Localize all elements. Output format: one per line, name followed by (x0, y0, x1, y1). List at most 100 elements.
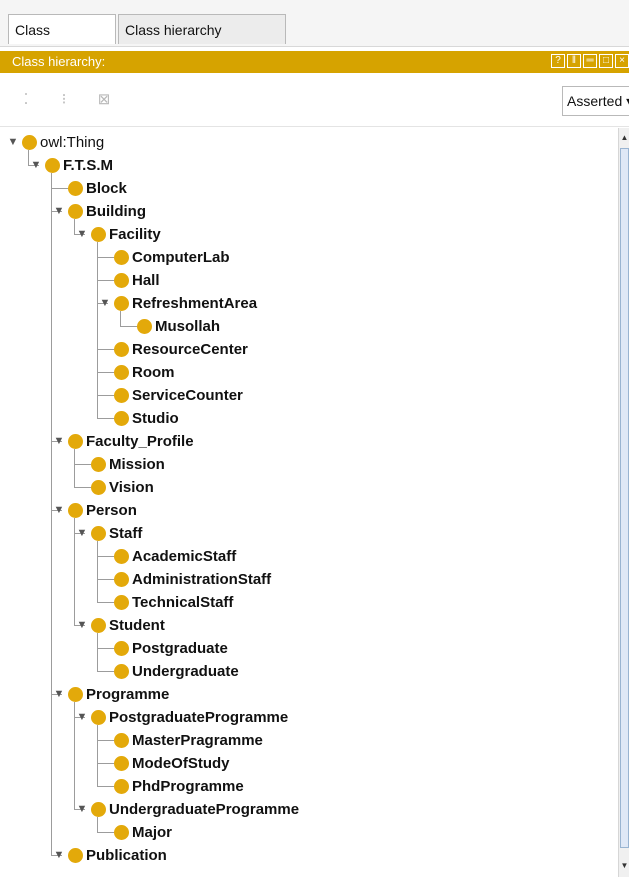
tree-node[interactable]: Postgraduate (0, 637, 618, 660)
split-vertical-icon[interactable]: ‖ (567, 54, 581, 68)
tree-node[interactable]: ▼ UndergraduateProgramme (0, 798, 618, 821)
tree-node[interactable]: ▼ owl:Thing (0, 131, 618, 154)
class-icon (68, 204, 83, 219)
expand-triangle-icon[interactable]: ▼ (76, 522, 88, 545)
tree-node[interactable]: Vision (0, 476, 618, 499)
class-icon (68, 181, 83, 196)
tree-node[interactable]: Hall (0, 269, 618, 292)
tree-node[interactable]: Musollah (0, 315, 618, 338)
expand-triangle-icon[interactable]: ▼ (53, 683, 65, 706)
float-view-icon[interactable]: □ (599, 54, 613, 68)
add-subclass-button[interactable]: ⁚ (12, 86, 40, 114)
view-mode-select[interactable]: Asserted ▾ (562, 86, 629, 116)
tree-guide-line (74, 702, 75, 809)
tree-node[interactable]: ▼ Facility (0, 223, 618, 246)
scrollbar-thumb[interactable] (620, 148, 629, 848)
tree-node[interactable]: ▼ Programme (0, 683, 618, 706)
tree-node-label: Postgraduate (132, 640, 228, 657)
tree-node[interactable]: ▼ Publication (0, 844, 618, 867)
tree-scrollbar[interactable]: ▲ ▼ (618, 128, 629, 877)
tree-node-label: TechnicalStaff (132, 594, 234, 611)
tree-guide-line (120, 311, 121, 326)
class-icon (91, 457, 106, 472)
tree-node[interactable]: ServiceCounter (0, 384, 618, 407)
expand-triangle-icon[interactable]: ▼ (76, 223, 88, 246)
scroll-down-arrow-icon[interactable]: ▼ (619, 860, 629, 872)
class-icon (22, 135, 37, 150)
class-icon (68, 848, 83, 863)
tree-node-label: UndergraduateProgramme (109, 801, 300, 818)
class-icon (114, 664, 129, 679)
class-icon (45, 158, 60, 173)
class-icon (68, 434, 83, 449)
tree-node[interactable]: Studio (0, 407, 618, 430)
tree-node[interactable]: Undergraduate (0, 660, 618, 683)
tree-node[interactable]: MasterPragramme (0, 729, 618, 752)
tree-guide-line (74, 449, 75, 487)
class-icon (68, 503, 83, 518)
tree-node[interactable]: Major (0, 821, 618, 844)
tree-node[interactable]: AcademicStaff (0, 545, 618, 568)
tree-node[interactable]: ModeOfStudy (0, 752, 618, 775)
class-icon (137, 319, 152, 334)
split-horizontal-icon[interactable]: ═ (583, 54, 597, 68)
class-icon (114, 388, 129, 403)
add-sibling-class-button[interactable]: ⁝ (50, 86, 78, 114)
class-tree: ▼ owl:Thing ▼ F.T.S.M Block ▼ Building ▼ Facilit… (0, 128, 620, 877)
expand-triangle-icon[interactable]: ▼ (99, 292, 111, 315)
tree-node-label: MasterPragramme (132, 732, 263, 749)
tree-node-label: Hall (132, 272, 160, 289)
tree-node-label: AdministrationStaff (132, 571, 272, 588)
class-icon (114, 825, 129, 840)
expand-triangle-icon[interactable]: ▼ (30, 154, 42, 177)
class-icon (114, 365, 129, 380)
class-icon (114, 641, 129, 656)
expand-triangle-icon[interactable]: ▼ (53, 844, 65, 867)
class-icon (114, 549, 129, 564)
close-view-icon[interactable]: × (615, 54, 629, 68)
tree-node[interactable]: Room (0, 361, 618, 384)
tree-node-label: ModeOfStudy (132, 755, 230, 772)
help-icon[interactable]: ? (551, 54, 565, 68)
scroll-up-arrow-icon[interactable]: ▲ (619, 132, 629, 144)
tree-node[interactable]: ▼ F.T.S.M (0, 154, 618, 177)
class-icon (91, 526, 106, 541)
class-icon (68, 687, 83, 702)
tree-node[interactable]: ResourceCenter (0, 338, 618, 361)
tree-node-label: F.T.S.M (63, 157, 114, 174)
expand-triangle-icon[interactable]: ▼ (76, 706, 88, 729)
tab-class-hierarchy-inferred[interactable]: Class hierarchy (inferred) (118, 14, 286, 68)
tree-node[interactable]: ▼ Building (0, 200, 618, 223)
tree-node[interactable]: ▼ Student (0, 614, 618, 637)
tree-node[interactable]: Mission (0, 453, 618, 476)
tree-node-label: PostgraduateProgramme (109, 709, 289, 726)
tree-node[interactable]: TechnicalStaff (0, 591, 618, 614)
class-icon (114, 779, 129, 794)
tree-node[interactable]: ComputerLab (0, 246, 618, 269)
class-icon (91, 802, 106, 817)
tree-node[interactable]: Block (0, 177, 618, 200)
expand-triangle-icon[interactable]: ▼ (7, 131, 19, 154)
expand-triangle-icon[interactable]: ▼ (53, 430, 65, 453)
tree-node[interactable]: ▼ PostgraduateProgramme (0, 706, 618, 729)
tree-node[interactable]: PhdProgramme (0, 775, 618, 798)
class-icon (114, 572, 129, 587)
class-icon (114, 411, 129, 426)
tree-node[interactable]: ▼ Staff (0, 522, 618, 545)
tree-node-label: Student (109, 617, 165, 634)
class-icon (114, 273, 129, 288)
expand-triangle-icon[interactable]: ▼ (76, 614, 88, 637)
expand-triangle-icon[interactable]: ▼ (53, 499, 65, 522)
tree-node[interactable]: ▼ Person (0, 499, 618, 522)
tree-guide-line (97, 242, 98, 418)
tree-node[interactable]: ▼ RefreshmentArea (0, 292, 618, 315)
tab-class-hierarchy[interactable]: Class hierarchy (8, 14, 116, 68)
tree-guide-line (74, 219, 75, 234)
tree-node[interactable]: AdministrationStaff (0, 568, 618, 591)
delete-class-button[interactable]: ⊠ (90, 86, 118, 114)
class-icon (114, 733, 129, 748)
expand-triangle-icon[interactable]: ▼ (76, 798, 88, 821)
class-icon (114, 756, 129, 771)
expand-triangle-icon[interactable]: ▼ (53, 200, 65, 223)
tree-node[interactable]: ▼ Faculty_Profile (0, 430, 618, 453)
